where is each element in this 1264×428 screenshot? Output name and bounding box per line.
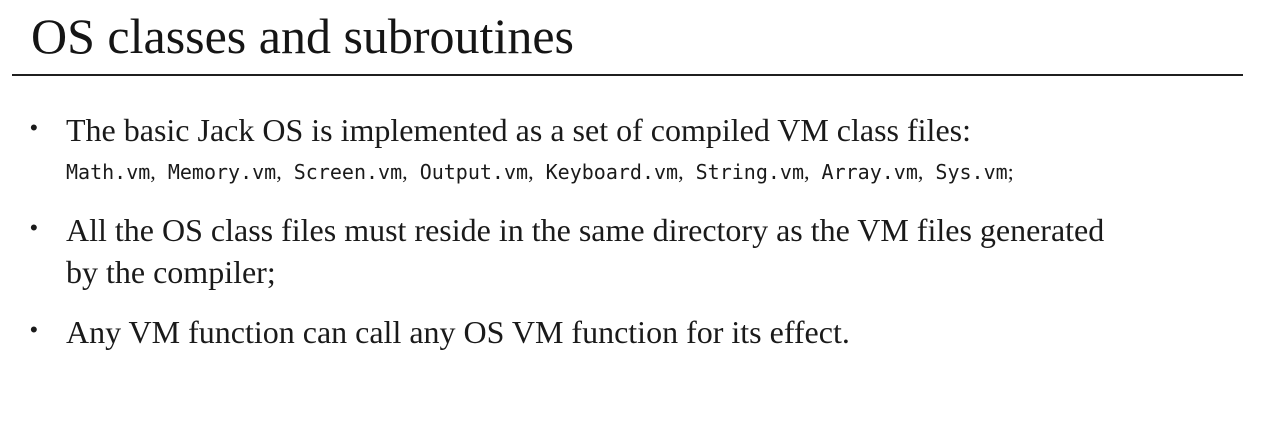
- vm-file: Keyboard.vm: [545, 160, 679, 184]
- vm-file: Array.vm: [821, 160, 918, 184]
- separator: ,: [917, 159, 924, 184]
- separator: ,: [276, 159, 282, 184]
- bullet-text-line1: All the OS class files must reside in th…: [66, 212, 1105, 248]
- slide: OS classes and subroutines • The basic J…: [0, 0, 1264, 428]
- vm-file: String.vm: [695, 160, 804, 184]
- vm-file: Sys.vm: [935, 160, 1008, 184]
- vm-file: Memory.vm: [167, 160, 277, 184]
- separator: ,: [402, 159, 408, 184]
- bullet-text: Any VM function can call any OS VM funct…: [66, 314, 850, 350]
- bullet-text: The basic Jack OS is implemented as a se…: [66, 112, 971, 148]
- bullet-text-line2: by the compiler;: [66, 254, 276, 290]
- bullet-dot: •: [30, 215, 38, 240]
- vm-file: Math.vm: [66, 160, 151, 184]
- terminator: ;: [1007, 159, 1014, 184]
- bullet-dot: •: [30, 317, 38, 342]
- separator: ,: [150, 159, 156, 184]
- separator: ,: [678, 159, 684, 184]
- separator: ,: [528, 159, 534, 184]
- title-divider: [12, 74, 1243, 76]
- vm-file: Output.vm: [419, 160, 529, 184]
- vm-file: Screen.vm: [293, 160, 403, 184]
- bullet-dot: •: [30, 115, 38, 140]
- separator: ,: [803, 159, 810, 184]
- vm-file-list: Math.vm, Memory.vm, Screen.vm, Output.vm…: [66, 158, 1014, 186]
- slide-title: OS classes and subroutines: [31, 8, 574, 64]
